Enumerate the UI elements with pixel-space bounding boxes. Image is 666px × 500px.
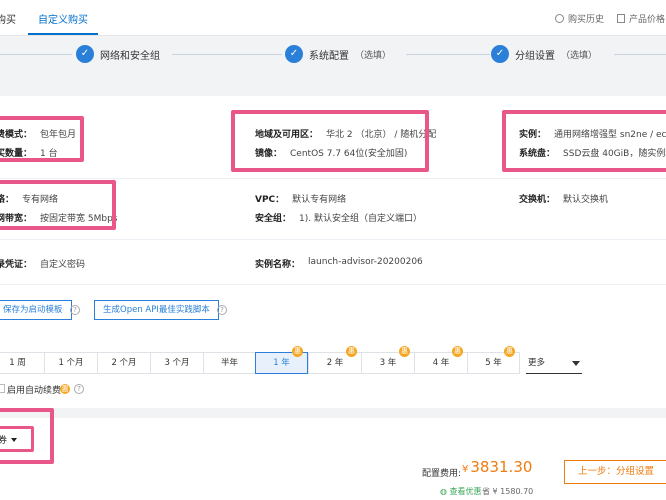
fee-label: 配置费用: [422, 469, 462, 479]
more-duration-select[interactable]: 更多 [526, 352, 582, 374]
purchase-duration: 1 周 1 个月 2 个月 3 个月 半年 1 年 惠 2 年 惠 3 年 惠 … [0, 336, 666, 408]
coupon-select[interactable]: 券 [0, 433, 18, 446]
view-discount-link[interactable]: ◍ 查看优惠 [440, 486, 482, 497]
duration-option[interactable]: 2 个月 [97, 352, 150, 374]
previous-step-button[interactable]: 上一步：分组设置 [564, 460, 666, 484]
duration-option[interactable]: 3 年 惠 [361, 346, 414, 374]
product-pricing-link[interactable]: 产品价格 [617, 12, 665, 25]
top-bar: 购买 自定义购买 购买历史 产品价格 [0, 0, 666, 36]
product-pricing-label: 产品价格 [629, 15, 666, 25]
footer-bar: 配置费用: ¥3831.30 ◍ 查看优惠 省 ¥ 1580.70 上一步：分组… [0, 458, 666, 500]
question-icon[interactable]: ? [217, 305, 227, 315]
discount-icon: ◍ [440, 487, 447, 496]
billing-mode: 费模式： 包年包月 [0, 130, 77, 140]
duration-option-selected[interactable]: 1 年 惠 [255, 346, 308, 374]
clock-icon [555, 14, 564, 23]
region-zone: 地域及可用区： 华北 2 （北京） / 随机分配 [255, 130, 437, 140]
step-system-config[interactable]: ✓ 系统配置 （选填） [285, 45, 391, 63]
auto-renew-checkbox[interactable] [0, 384, 5, 393]
duration-option[interactable]: 半年 [203, 352, 255, 374]
check-icon: ✓ [491, 45, 509, 63]
caret-down-icon [11, 437, 18, 442]
duration-option[interactable]: 1 周 [0, 352, 44, 374]
fee-amount: ¥3831.30 [462, 458, 533, 476]
duration-option[interactable]: 1 个月 [44, 352, 97, 374]
auto-renew-label: 启用自动续费 [7, 386, 62, 396]
step-connector [406, 54, 490, 55]
vswitch: 交换机： 默认交换机 [519, 195, 609, 205]
discount-badge: 惠 [346, 346, 357, 357]
generate-api-script-button[interactable]: 生成Open API最佳实践脚本 [94, 300, 219, 320]
security-group: 安全组： 1). 默认安全组（自定义端口） [255, 214, 422, 224]
duration-option[interactable]: 2 年 惠 [308, 346, 361, 374]
divider [0, 178, 666, 179]
duration-option[interactable]: 4 年 惠 [414, 346, 467, 374]
step-connector [614, 54, 666, 55]
purchase-history-label: 购买历史 [568, 15, 605, 25]
check-icon: ✓ [76, 45, 94, 63]
discount-badge: 惠 [452, 346, 463, 357]
config-summary-panel: 费模式： 包年包月 买数量： 1 台 地域及可用区： 华北 2 （北京） / 随… [0, 96, 666, 336]
step-bar: ✓ 网络和安全组 ✓ 系统配置 （选填） ✓ 分组设置 （选填） [0, 36, 666, 76]
step-optional: （选填） [355, 50, 392, 61]
discount-badge: 惠 [292, 346, 303, 357]
duration-option[interactable]: 5 年 惠 [467, 346, 520, 374]
savings: 省 ¥ 1580.70 [482, 487, 534, 496]
step-connector [172, 54, 282, 55]
tab-custom-buy[interactable]: 自定义购买 [38, 11, 88, 26]
discount-badge: 惠 [60, 384, 70, 394]
system-disk: 系统盘： SSD云盘 40GiB，随实例释放 [519, 149, 666, 159]
vpc: VPC： 默认专有网络 [255, 195, 347, 205]
public-bandwidth: 网带宽： 按固定带宽 5Mbps [0, 214, 118, 224]
caret-down-icon [572, 361, 580, 366]
document-icon [617, 14, 625, 23]
divider [0, 239, 666, 240]
discount-badge: 惠 [399, 346, 410, 357]
purchase-quantity: 买数量： 1 台 [0, 149, 58, 159]
step-connector [0, 54, 72, 55]
check-icon: ✓ [285, 45, 303, 63]
save-as-template-button[interactable]: 保存为启动模板 [0, 300, 72, 320]
os-image: 镜像： CentOS 7.7 64位(安全加固) [255, 149, 408, 159]
step-group-settings[interactable]: ✓ 分组设置 （选填） [491, 45, 597, 63]
purchase-history-link[interactable]: 购买历史 [555, 12, 604, 25]
divider [0, 284, 666, 285]
login-credential: 录凭证： 自定义密码 [0, 260, 86, 270]
active-tab-indicator [28, 33, 98, 35]
question-icon[interactable]: ? [70, 305, 80, 315]
step-optional: （选填） [561, 50, 598, 61]
question-icon[interactable]: ? [74, 384, 84, 394]
step-label: 分组设置 [515, 50, 555, 62]
step-label: 网络和安全组 [100, 50, 160, 62]
instance-type: 实例： 通用网络增强型 sn2ne / ecs.sn2 [519, 130, 666, 140]
step-network-security[interactable]: ✓ 网络和安全组 [76, 45, 160, 63]
step-label: 系统配置 [309, 50, 349, 62]
duration-option[interactable]: 3 个月 [150, 352, 203, 374]
tab-quick-buy[interactable]: 购买 [0, 11, 16, 26]
network-type: 络： 专有网络 [0, 195, 59, 205]
coupon-section: 券 [0, 418, 666, 464]
discount-badge: 惠 [504, 346, 515, 357]
instance-name: 实例名称： launch-advisor-20200206 [255, 257, 423, 270]
